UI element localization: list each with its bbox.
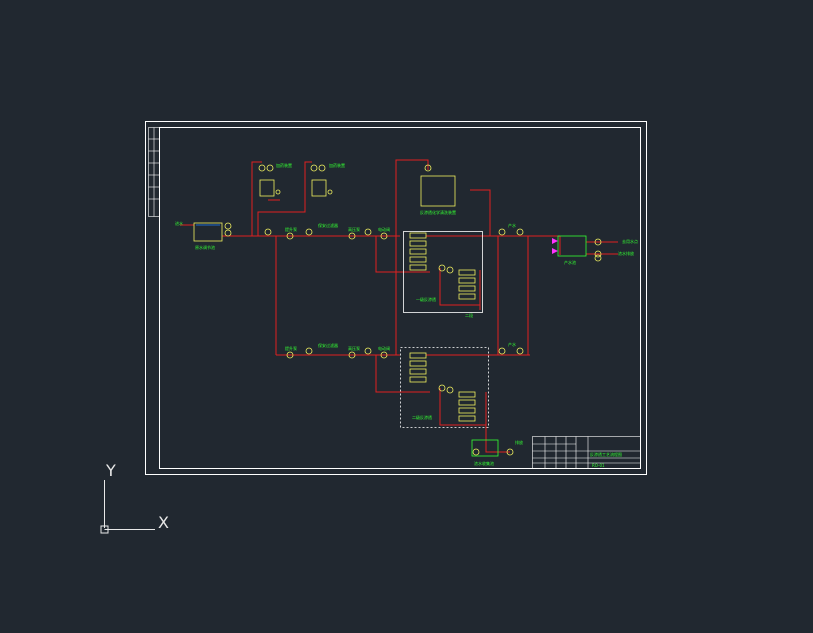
dosing-tank-2 xyxy=(311,179,327,197)
magenta-markers xyxy=(552,238,558,254)
ucs-icon xyxy=(100,480,155,534)
svg-text:二段: 二段 xyxy=(465,312,473,318)
svg-text:浓水收集池: 浓水收集池 xyxy=(474,460,494,466)
ucs-x-label: X xyxy=(158,513,169,532)
svg-text:产水池: 产水池 xyxy=(564,259,576,265)
equipment xyxy=(193,164,602,457)
drawing-canvas[interactable]: 加药装置 加药装置 进水 原水调节池 提升泵 保安过滤器 高压泵 电动阀 反渗透… xyxy=(0,0,813,633)
svg-text:浓水排放: 浓水排放 xyxy=(618,250,634,256)
pipe-network xyxy=(180,159,618,453)
svg-text:排放: 排放 xyxy=(515,439,523,445)
concentrate-tank xyxy=(471,439,499,457)
binding-strip xyxy=(148,127,160,217)
title-block xyxy=(532,436,641,469)
product-tank xyxy=(557,235,587,257)
svg-text:加药装置: 加药装置 xyxy=(276,162,292,168)
cleaning-tank xyxy=(420,175,456,207)
svg-text:电动阀: 电动阀 xyxy=(378,345,390,351)
svg-text:加药装置: 加药装置 xyxy=(329,162,345,168)
svg-text:反渗透化学清洗装置: 反渗透化学清洗装置 xyxy=(420,209,456,215)
svg-text:高压泵: 高压泵 xyxy=(348,345,360,351)
svg-text:保安过滤器: 保安过滤器 xyxy=(318,342,338,348)
title-block-number: RO-01 xyxy=(592,463,605,468)
svg-text:高压泵: 高压泵 xyxy=(348,226,360,232)
dosing-tank-1 xyxy=(259,179,275,197)
title-block-title: 反渗透工艺流程图 xyxy=(590,451,622,457)
svg-text:去用水点: 去用水点 xyxy=(622,238,638,244)
diagram-labels: 加药装置 加药装置 进水 原水调节池 提升泵 保安过滤器 高压泵 电动阀 反渗透… xyxy=(175,162,638,466)
svg-text:原水调节池: 原水调节池 xyxy=(195,244,215,250)
svg-text:提升泵: 提升泵 xyxy=(285,345,297,351)
svg-text:二级反渗透: 二级反渗透 xyxy=(412,414,432,420)
drawing-border-inner xyxy=(159,127,641,469)
svg-text:产水: 产水 xyxy=(508,222,516,228)
svg-text:电动阀: 电动阀 xyxy=(378,226,390,232)
svg-text:产水: 产水 xyxy=(508,341,516,347)
svg-text:一级反渗透: 一级反渗透 xyxy=(416,296,436,302)
raw-water-tank xyxy=(193,222,223,242)
svg-text:进水: 进水 xyxy=(175,220,183,226)
svg-text:保安过滤器: 保安过滤器 xyxy=(318,222,338,228)
ucs-y-label: Y xyxy=(105,461,116,480)
svg-text:提升泵: 提升泵 xyxy=(285,226,297,232)
